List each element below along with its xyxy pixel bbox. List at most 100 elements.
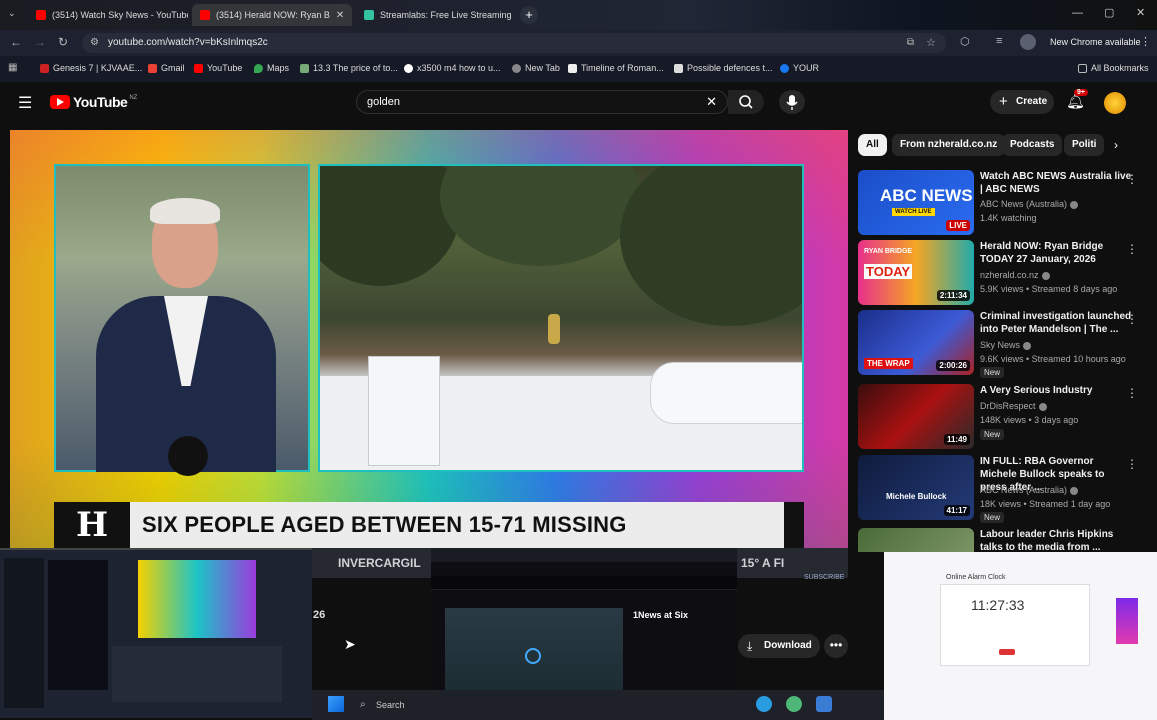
voice-search-button[interactable] xyxy=(779,90,805,114)
preview-video xyxy=(138,560,256,638)
video-thumbnail[interactable]: RYAN BRIDGE TODAY 2:11:34 xyxy=(858,240,974,305)
clock-time: 11:27:33 xyxy=(971,597,1025,613)
reload-icon[interactable]: ↻ xyxy=(58,35,68,49)
tab-search-chevron-icon[interactable]: ⌄ xyxy=(8,8,16,19)
chip-all[interactable]: All xyxy=(858,134,887,156)
channel-name[interactable]: DrDisRespect xyxy=(980,401,1047,411)
more-actions-icon[interactable]: ⋮ xyxy=(1126,242,1138,256)
video-title[interactable]: Herald NOW: Ryan Bridge TODAY 27 January… xyxy=(980,240,1132,266)
alarm-clock-window-preview[interactable]: Online Alarm Clock 11:27:33 xyxy=(884,552,1157,720)
channel-text: Sky News xyxy=(980,340,1021,350)
profile-avatar[interactable] xyxy=(1020,34,1036,50)
video-title[interactable]: A Very Serious Industry xyxy=(980,384,1132,397)
hamburger-menu-icon[interactable]: ☰ xyxy=(18,93,32,113)
bookmark-label: 13.3 The price of to... xyxy=(313,63,398,73)
reading-list-icon[interactable]: ≡ xyxy=(996,35,1002,47)
app-icon[interactable] xyxy=(816,696,832,712)
channel-name[interactable]: ABC News (Australia) xyxy=(980,199,1079,209)
recommended-video[interactable]: 11:49 A Very Serious Industry DrDisRespe… xyxy=(858,384,1148,450)
search-input[interactable]: golden ✕ xyxy=(356,90,728,114)
recommended-video[interactable]: THE WRAP 2:00:26 Criminal investigation … xyxy=(858,310,1148,378)
extensions-icon[interactable]: ⬡ xyxy=(960,35,970,48)
bookmark-item[interactable]: Gmail xyxy=(148,63,185,73)
bookmark-star-icon[interactable]: ☆ xyxy=(926,33,936,53)
more-actions-icon[interactable]: ⋮ xyxy=(1126,457,1138,471)
video-title[interactable]: Criminal investigation launched into Pet… xyxy=(980,310,1132,336)
more-actions-button[interactable]: ••• xyxy=(824,634,848,658)
windows-start-icon[interactable] xyxy=(328,696,344,712)
preview-mixer xyxy=(112,646,282,702)
app-icon[interactable] xyxy=(786,696,802,712)
site-info-icon[interactable]: ⚙ xyxy=(90,33,99,53)
video-title[interactable]: Watch ABC NEWS Australia live | ABC NEWS xyxy=(980,170,1132,196)
tab-sky-news[interactable]: (3514) Watch Sky News - YouTube ✕ xyxy=(28,4,188,26)
youtube-logo[interactable]: YouTube NZ xyxy=(50,94,137,110)
video-thumbnail[interactable]: 11:49 xyxy=(858,384,974,449)
recommended-video[interactable]: Michele Bullock 41:17 IN FULL: RBA Gover… xyxy=(858,455,1148,523)
video-meta: 148K views • 3 days ago xyxy=(980,415,1079,425)
chip-politics[interactable]: Politi xyxy=(1064,134,1104,156)
1news-window-preview[interactable]: 1News at Six xyxy=(431,548,737,710)
chrome-menu-icon[interactable]: ⋮ xyxy=(1140,35,1151,48)
close-window-icon[interactable]: ✕ xyxy=(1136,6,1145,19)
video-thumbnail[interactable] xyxy=(858,528,974,552)
searcher-figure xyxy=(548,314,560,344)
address-bar[interactable]: ⚙ youtube.com/watch?v=bKsInlmqs2c ⧉ ☆ xyxy=(82,33,946,53)
streamlabs-window-preview[interactable] xyxy=(0,548,312,718)
recommended-video[interactable]: Labour leader Chris Hipkins talks to the… xyxy=(858,528,1148,552)
recommended-video[interactable]: RYAN BRIDGE TODAY 2:11:34 Herald NOW: Ry… xyxy=(858,240,1148,306)
apps-grid-icon[interactable]: ▦ xyxy=(8,62,17,73)
video-thumbnail[interactable]: THE WRAP 2:00:26 xyxy=(858,310,974,375)
search-icon: ⌕ xyxy=(360,699,366,710)
recommended-video[interactable]: ABC NEWS WATCH LIVE LIVE Watch ABC NEWS … xyxy=(858,170,1148,236)
bookmark-label: Genesis 7 | KJVAAE... xyxy=(53,63,143,73)
search-button[interactable] xyxy=(728,90,764,114)
video-player[interactable]: H SIX PEOPLE AGED BETWEEN 15-71 MISSING xyxy=(10,130,848,570)
close-tab-icon[interactable]: ✕ xyxy=(512,10,516,21)
clear-search-icon[interactable]: ✕ xyxy=(706,91,717,113)
more-actions-icon[interactable]: ⋮ xyxy=(1126,386,1138,400)
channel-name[interactable]: Sky News xyxy=(980,340,1032,350)
create-button[interactable]: + Create xyxy=(990,90,1054,114)
back-arrow-icon[interactable]: ← xyxy=(10,35,22,49)
forward-arrow-icon[interactable]: → xyxy=(34,35,46,49)
minimize-icon[interactable]: — xyxy=(1072,7,1083,19)
telegram-icon[interactable] xyxy=(756,696,772,712)
tab-streamlabs[interactable]: Streamlabs: Free Live Streaming ✕ xyxy=(356,4,516,26)
alarm-button[interactable] xyxy=(999,649,1015,655)
news-ticker-left: INVERCARGIL xyxy=(312,548,431,578)
bookmark-item[interactable]: YOUR xyxy=(780,63,819,73)
close-tab-icon[interactable]: ✕ xyxy=(330,10,344,21)
channel-name[interactable]: nzherald.co.nz xyxy=(980,270,1050,280)
bookmark-item[interactable]: Maps xyxy=(254,63,289,73)
bookmark-label: Possible defences t... xyxy=(687,63,773,73)
video-thumbnail[interactable]: Michele Bullock 41:17 xyxy=(858,455,974,520)
bookmark-item[interactable]: YouTube xyxy=(194,63,242,73)
chevron-right-icon[interactable]: › xyxy=(1114,138,1118,152)
bookmark-item[interactable]: 13.3 The price of to... xyxy=(300,63,398,73)
bookmark-item[interactable]: Timeline of Roman... xyxy=(568,63,664,73)
bookmark-item[interactable]: x3500 m4 how to u... xyxy=(404,63,501,73)
bookmark-item[interactable]: Possible defences t... xyxy=(674,63,773,73)
install-app-icon[interactable]: ⧉ xyxy=(907,33,914,53)
bookmark-item[interactable]: New Tab xyxy=(512,63,560,73)
bookmark-item[interactable]: Genesis 7 | KJVAAE... xyxy=(40,63,142,73)
chip-from-nzherald[interactable]: From nzherald.co.nz xyxy=(892,134,1006,156)
chip-podcasts[interactable]: Podcasts xyxy=(1002,134,1063,156)
tab-title: Streamlabs: Free Live Streaming xyxy=(380,10,512,20)
new-tab-plus-icon[interactable]: + xyxy=(520,6,538,24)
maximize-icon[interactable]: ▢ xyxy=(1104,6,1114,19)
account-avatar[interactable] xyxy=(1104,92,1126,114)
video-title[interactable]: Labour leader Chris Hipkins talks to the… xyxy=(980,528,1132,552)
notifications-button[interactable]: 🔔︎ 9+ xyxy=(1066,89,1088,114)
tab-herald-now[interactable]: (3514) Herald NOW: Ryan B ✕ xyxy=(192,4,352,26)
more-actions-icon[interactable]: ⋮ xyxy=(1126,312,1138,326)
taskbar-search[interactable]: ⌕ Search xyxy=(356,695,430,715)
all-bookmarks-button[interactable]: All Bookmarks xyxy=(1078,63,1149,73)
channel-name[interactable]: ABC News (Australia) xyxy=(980,485,1079,495)
download-button[interactable]: ⤓ Download xyxy=(738,634,820,658)
more-actions-icon[interactable]: ⋮ xyxy=(1126,172,1138,186)
thumbnail-text: Michele Bullock xyxy=(886,492,947,501)
chrome-update-button[interactable]: New Chrome available xyxy=(1050,37,1141,47)
video-thumbnail[interactable]: ABC NEWS WATCH LIVE LIVE xyxy=(858,170,974,235)
